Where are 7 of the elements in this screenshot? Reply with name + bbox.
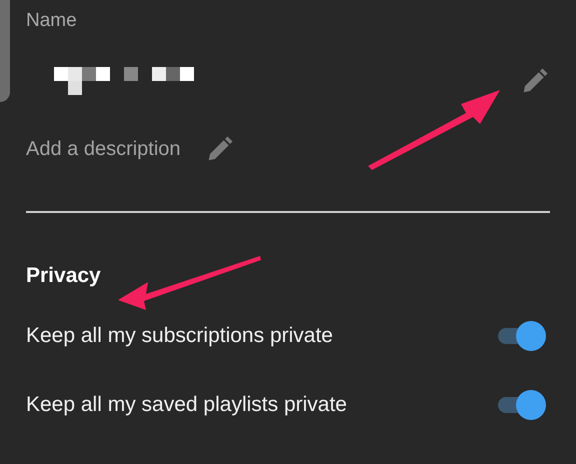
setting-label: Keep all my subscriptions private [26, 324, 333, 348]
setting-label: Keep all my saved playlists private [26, 393, 347, 417]
description-placeholder[interactable]: Add a description [26, 138, 181, 160]
name-label: Name [26, 9, 78, 33]
toggle-switch[interactable] [496, 321, 546, 351]
section-title: Privacy [26, 263, 102, 289]
toggle-switch[interactable] [496, 390, 546, 420]
